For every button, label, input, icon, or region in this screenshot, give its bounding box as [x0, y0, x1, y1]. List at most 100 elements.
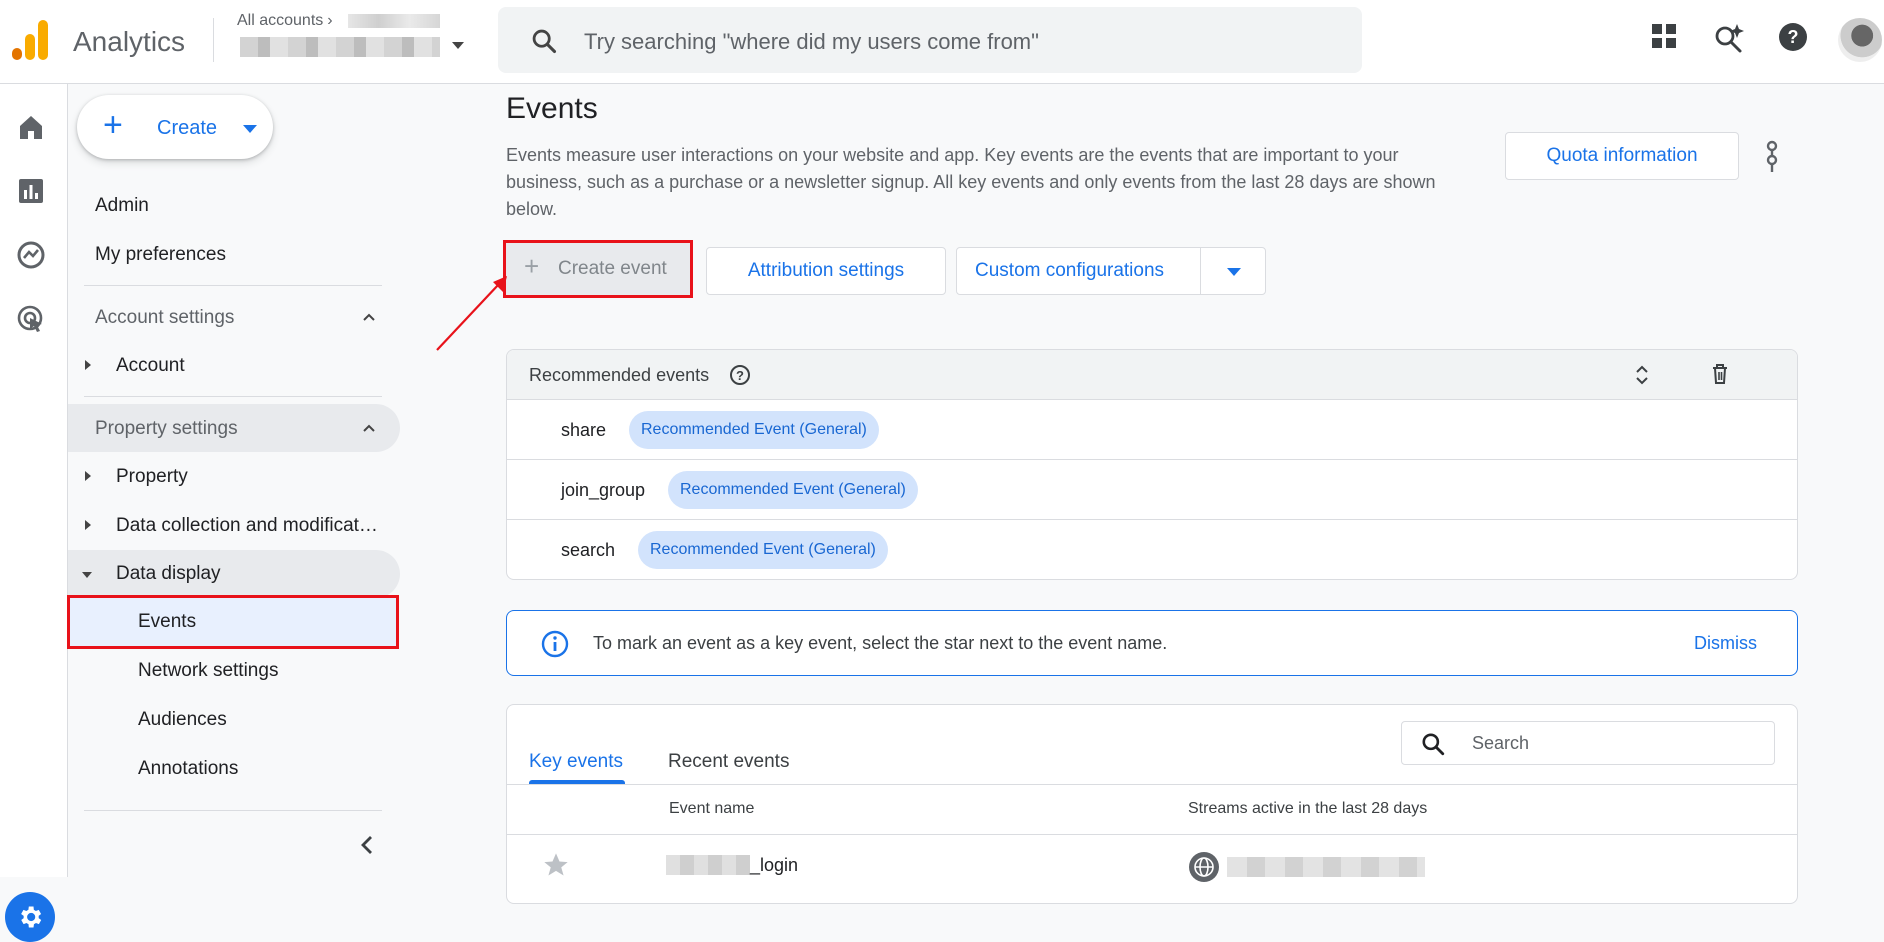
chevron-up-icon[interactable]	[362, 421, 376, 435]
more-info-icon[interactable]	[1761, 138, 1783, 178]
nav-divider	[84, 285, 382, 286]
search-icon	[1422, 733, 1445, 756]
header-divider	[507, 834, 1797, 835]
explore-icon[interactable]	[16, 240, 46, 270]
nav-account[interactable]: Account	[116, 355, 185, 377]
delete-icon[interactable]	[1710, 363, 1730, 385]
all-accounts-label: All accounts	[237, 12, 324, 29]
recommended-events-title: Recommended events	[529, 365, 710, 385]
admin-side-navigation: + Create Admin My preferences Account se…	[67, 84, 408, 877]
nav-admin[interactable]: Admin	[95, 195, 149, 217]
create-label: Create	[157, 117, 218, 139]
custom-configurations-button[interactable]: Custom configurations	[956, 247, 1266, 295]
tabs-divider	[507, 784, 1797, 785]
app-name: Analytics	[73, 26, 186, 57]
recommended-chip: Recommended Event (General)	[629, 411, 879, 449]
key-event-info-banner: To mark an event as a key event, select …	[506, 610, 1798, 676]
global-search-box[interactable]: Try searching "where did my users come f…	[498, 7, 1362, 73]
recommended-event-row[interactable]: share Recommended Event (General)	[507, 400, 1797, 460]
caret-down-icon	[243, 125, 257, 133]
caret-down-icon[interactable]	[1227, 268, 1241, 276]
events-search-input[interactable]: Search	[1401, 721, 1775, 765]
nav-divider	[84, 810, 382, 811]
svg-text:?: ?	[1788, 27, 1799, 47]
search-placeholder: Search	[1472, 733, 1530, 753]
nav-property-settings[interactable]: Property settings	[95, 418, 238, 440]
admin-settings-button[interactable]	[5, 892, 55, 942]
tab-key-events[interactable]: Key events	[529, 751, 623, 773]
page-title: Events	[506, 92, 598, 125]
nav-audiences[interactable]: Audiences	[138, 709, 227, 731]
events-table-card: Key events Recent events Search Event na…	[506, 704, 1798, 904]
column-streams-active[interactable]: Streams active in the last 28 days	[1188, 800, 1427, 818]
recommended-event-row[interactable]: search Recommended Event (General)	[507, 520, 1797, 579]
expand-data-collection-icon[interactable]	[85, 520, 91, 530]
page-description: Events measure user interactions on your…	[506, 145, 1436, 219]
web-stream-icon	[1189, 852, 1219, 882]
attribution-settings-button[interactable]: Attribution settings	[706, 247, 946, 295]
svg-text:?: ?	[736, 368, 744, 383]
apps-grid-icon[interactable]	[1650, 22, 1678, 50]
nav-my-preferences[interactable]: My preferences	[95, 244, 226, 266]
nav-property[interactable]: Property	[116, 466, 188, 488]
nav-events[interactable]: Events	[138, 611, 196, 633]
red-arrow-annotation	[436, 276, 507, 351]
dismiss-button[interactable]: Dismiss	[1694, 633, 1757, 654]
create-button[interactable]: + Create	[77, 95, 273, 159]
nav-account-settings[interactable]: Account settings	[95, 307, 234, 329]
top-app-bar: Analytics All accounts › Try searching "w…	[0, 0, 1884, 84]
recommended-chip: Recommended Event (General)	[668, 471, 918, 509]
user-avatar[interactable]	[1838, 18, 1882, 62]
tab-recent-events[interactable]: Recent events	[668, 751, 789, 773]
split-divider	[1200, 248, 1201, 294]
blurred-event-name	[666, 855, 750, 875]
chevron-up-icon[interactable]	[362, 310, 376, 324]
search-placeholder: Try searching "where did my users come f…	[584, 29, 1039, 54]
recommended-chip: Recommended Event (General)	[638, 531, 888, 569]
blurred-stream-name	[1227, 857, 1425, 877]
advertising-icon[interactable]	[16, 304, 46, 334]
navigation-rail	[0, 84, 68, 942]
header-divider	[213, 18, 214, 62]
search-insights-icon[interactable]	[1713, 22, 1745, 54]
plus-icon: +	[524, 251, 540, 281]
column-event-name[interactable]: Event name	[669, 800, 754, 818]
nav-network-settings[interactable]: Network settings	[138, 660, 278, 682]
nav-data-collection[interactable]: Data collection and modificat…	[116, 515, 378, 537]
recommended-events-card: Recommended events ? share Recommended E…	[506, 349, 1798, 580]
recommended-event-row[interactable]: join_group Recommended Event (General)	[507, 460, 1797, 520]
collapse-nav-icon[interactable]	[358, 834, 376, 856]
events-page: Events Events measure user interactions …	[408, 84, 1884, 904]
banner-text: To mark an event as a key event, select …	[593, 633, 1168, 653]
event-name: search	[561, 540, 616, 560]
nav-data-display[interactable]: Data display	[116, 563, 221, 585]
reports-icon[interactable]	[16, 176, 46, 206]
event-name-suffix: _login	[750, 855, 799, 875]
blurred-account-name	[348, 14, 440, 28]
create-event-button[interactable]: + Create event	[503, 240, 693, 298]
analytics-logo-icon[interactable]	[12, 20, 48, 60]
collapse-data-display-icon[interactable]	[82, 572, 92, 578]
nav-annotations[interactable]: Annotations	[138, 758, 238, 780]
expand-collapse-icon[interactable]	[1635, 364, 1649, 386]
blurred-property-name[interactable]	[240, 37, 440, 57]
help-outline-icon[interactable]: ?	[729, 364, 751, 386]
plus-icon: +	[103, 106, 123, 144]
search-icon	[532, 29, 557, 54]
account-picker[interactable]: All accounts ›	[237, 12, 333, 30]
property-dropdown-icon[interactable]	[452, 42, 464, 49]
home-icon[interactable]	[16, 112, 46, 142]
nav-events-active[interactable]	[67, 595, 399, 649]
custom-configurations-label: Custom configurations	[975, 260, 1165, 281]
expand-property-icon[interactable]	[85, 471, 91, 481]
quota-information-button[interactable]: Quota information	[1505, 132, 1739, 180]
event-name: join_group	[561, 480, 646, 500]
expand-account-icon[interactable]	[85, 360, 91, 370]
chevron-right-icon: ›	[327, 12, 333, 29]
event-name: share	[561, 420, 607, 440]
nav-divider	[84, 396, 382, 397]
recommended-events-header: Recommended events ?	[507, 350, 1797, 400]
create-event-label: Create event	[558, 258, 667, 279]
help-icon[interactable]: ?	[1778, 22, 1808, 52]
star-outline-icon[interactable]	[541, 851, 571, 879]
